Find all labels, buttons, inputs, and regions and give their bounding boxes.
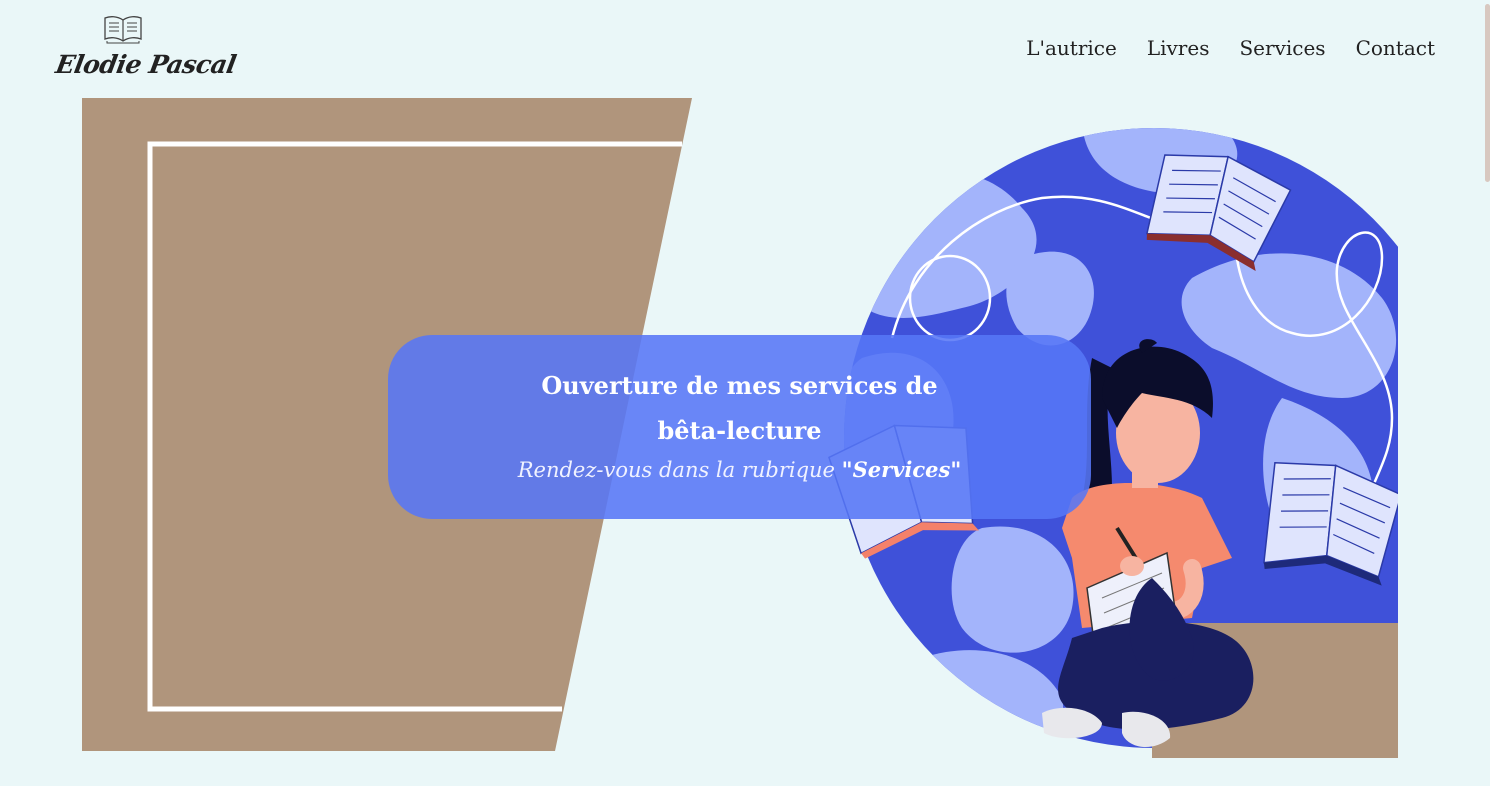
nav-lautrice[interactable]: L'autrice	[1026, 34, 1117, 62]
subtitle-prefix: Rendez-vous dans la rubrique	[517, 458, 842, 482]
nav-services[interactable]: Services	[1239, 34, 1325, 62]
logo-text: Elodie Pascal	[53, 50, 239, 79]
scrollbar[interactable]	[1484, 0, 1490, 786]
site-logo[interactable]: Elodie Pascal	[52, 8, 238, 88]
nav-contact[interactable]: Contact	[1356, 34, 1435, 62]
announcement-title: Ouverture de mes services de bêta-lectur…	[541, 371, 938, 445]
nav-livres[interactable]: Livres	[1147, 34, 1210, 62]
subtitle-highlight[interactable]: "Services"	[842, 457, 962, 482]
hero-banner: Ouverture de mes services de bêta-lectur…	[82, 98, 1398, 758]
open-book-icon	[104, 16, 142, 44]
announcement-card[interactable]: Ouverture de mes services de bêta-lectur…	[388, 335, 1091, 519]
main-nav: L'autrice Livres Services Contact	[1026, 34, 1435, 62]
announcement-subtitle: Rendez-vous dans la rubrique "Services"	[518, 455, 962, 485]
site-header: Elodie Pascal L'autrice Livres Services …	[0, 0, 1490, 98]
scrollbar-thumb[interactable]	[1485, 4, 1490, 182]
